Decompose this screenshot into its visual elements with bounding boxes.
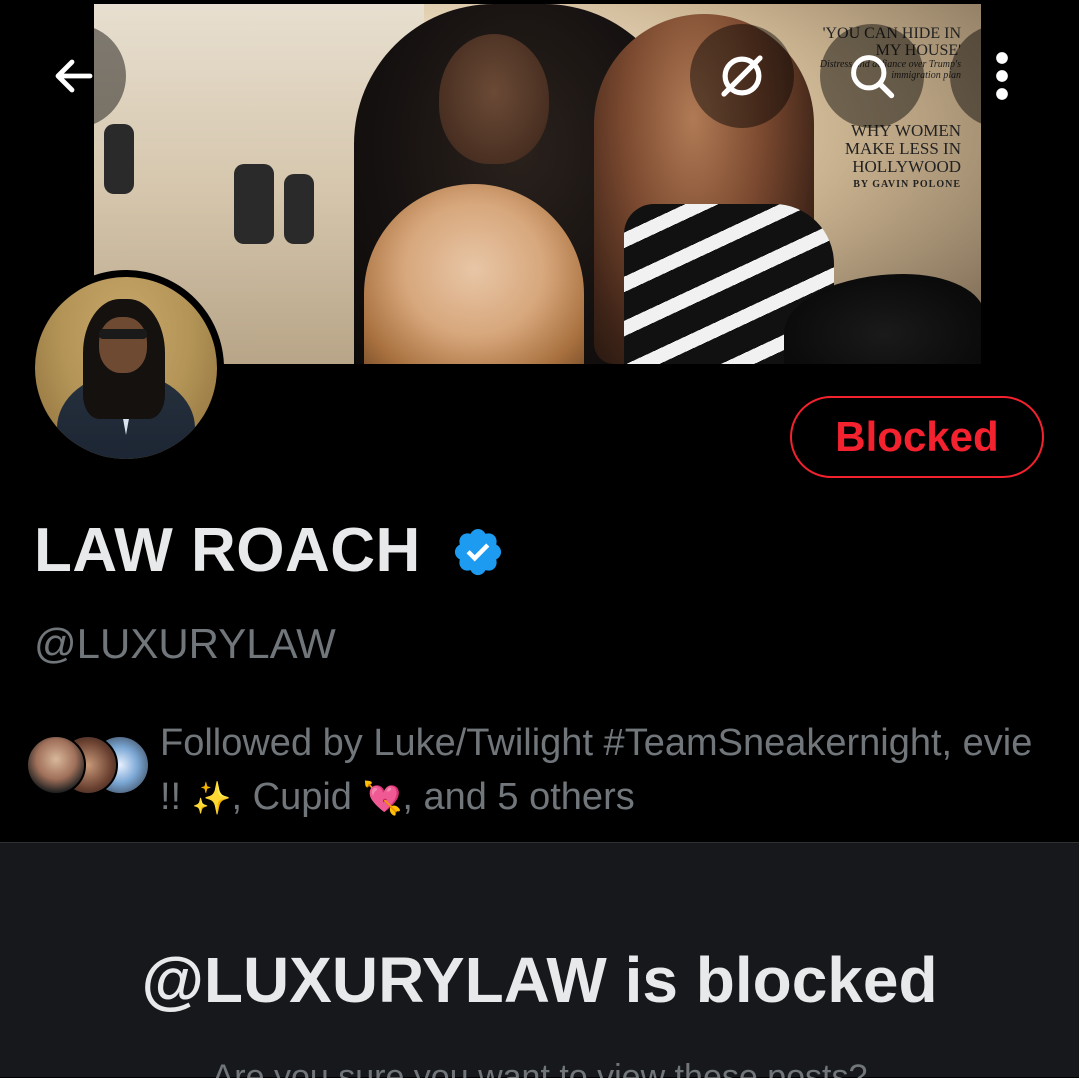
profile-avatar[interactable] <box>28 270 224 466</box>
display-name: LAW ROACH <box>34 516 421 585</box>
banner-face <box>439 34 549 164</box>
followed-by-suffix: , and 5 others <box>402 776 635 818</box>
follower-name: Cupid <box>252 776 363 818</box>
banner-landing-gear <box>104 124 134 194</box>
search-icon <box>851 55 895 99</box>
banner-landing-gear <box>234 164 274 244</box>
blocked-notice-panel: @LUXURYLAW is blocked Are you sure you w… <box>0 842 1079 1078</box>
blocked-notice-title: @LUXURYLAW is blocked <box>141 944 938 1016</box>
avatar <box>26 735 86 795</box>
cover-headline-2: WHY WOMEN MAKE LESS IN HOLLYWOOD <box>844 121 961 176</box>
followed-by-text[interactable]: Followed by Luke/Twilight #TeamSneakerni… <box>160 716 1060 825</box>
more-vertical-icon <box>996 52 1008 100</box>
cover-byline: BY GAVIN POLONE <box>853 179 961 190</box>
follower-name: Luke/Twilight #TeamSneakernight <box>373 722 942 764</box>
separator: , <box>941 722 963 764</box>
followed-by-prefix: Followed by <box>160 722 374 764</box>
blocked-notice-subtitle: Are you sure you want to view these post… <box>211 1058 868 1078</box>
search-button[interactable] <box>820 24 924 128</box>
sparkle-emoji-icon: ✨ <box>191 779 232 817</box>
arrow-left-icon <box>55 59 93 93</box>
avatar-face <box>99 317 147 373</box>
mutual-followers-avatars[interactable] <box>26 735 150 799</box>
avatar-glasses <box>99 329 147 339</box>
blocked-button[interactable]: Blocked <box>790 396 1044 478</box>
grok-button[interactable] <box>690 24 794 128</box>
heart-arrow-emoji-icon: 💘 <box>362 779 403 817</box>
more-options-button[interactable] <box>950 24 1054 128</box>
separator: , <box>231 776 253 818</box>
grok-icon <box>721 55 763 97</box>
back-button[interactable] <box>22 24 126 128</box>
avatar <box>35 277 217 459</box>
user-handle: @LUXURYLAW <box>34 620 336 667</box>
verified-badge-icon <box>454 528 502 576</box>
banner-landing-gear <box>284 174 314 244</box>
